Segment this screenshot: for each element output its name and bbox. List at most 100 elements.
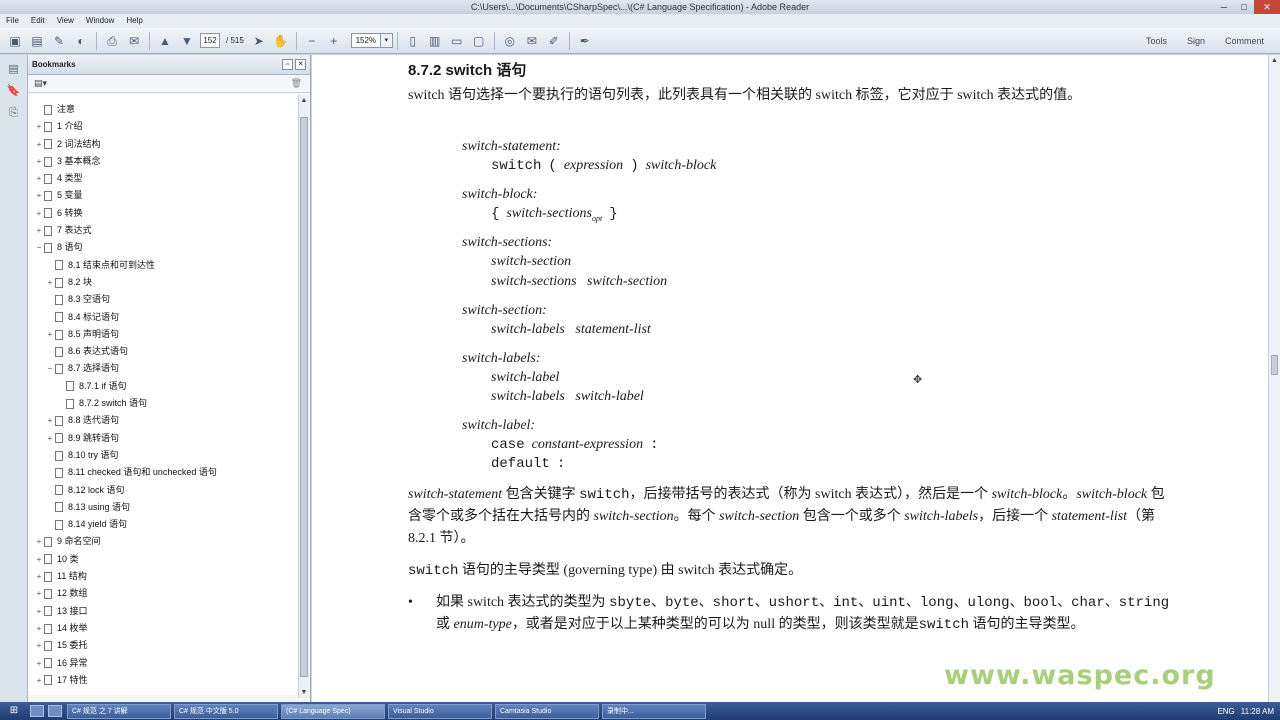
sign-pane-button[interactable]: Sign — [1177, 36, 1215, 46]
bookmark-item[interactable]: +1 介绍 — [28, 118, 298, 135]
expand-toggle-icon[interactable]: + — [34, 603, 44, 620]
bookmark-item[interactable]: +8.2 块 — [28, 274, 298, 291]
zoom-out-icon[interactable]: − — [303, 32, 321, 50]
delete-bookmark-icon[interactable]: 🗑 — [291, 78, 302, 89]
expand-toggle-icon[interactable]: + — [34, 136, 44, 153]
taskbar-item[interactable]: Visual Studio — [388, 703, 492, 719]
bookmark-item[interactable]: +12 数组 — [28, 585, 298, 602]
bookmark-item[interactable]: +14 枚举 — [28, 620, 298, 637]
highlight-icon[interactable]: ✐ — [545, 32, 563, 50]
zoom-input[interactable]: 152% — [350, 33, 381, 48]
bookmark-item[interactable]: 8.3 空语句 — [28, 291, 298, 308]
bookmark-item[interactable]: 8.14 yield 语句 — [28, 516, 298, 533]
menu-file[interactable]: File — [0, 14, 25, 28]
expand-toggle-icon[interactable]: − — [45, 360, 55, 377]
expand-toggle-icon[interactable]: − — [34, 239, 44, 256]
menu-window[interactable]: Window — [80, 14, 120, 28]
taskbar-item[interactable]: C# 规范 之 7 讲解 — [67, 703, 171, 719]
bookmark-item[interactable]: +8.9 跳转语句 — [28, 430, 298, 447]
expand-toggle-icon[interactable]: + — [34, 637, 44, 654]
scroll-down-icon[interactable]: ▼ — [299, 689, 309, 696]
bookmarks-panel-icon[interactable]: 🔖 — [6, 83, 22, 99]
expand-toggle-icon[interactable]: + — [45, 412, 55, 429]
fit-page-icon[interactable]: ▢ — [470, 32, 488, 50]
menu-edit[interactable]: Edit — [25, 14, 51, 28]
menu-view[interactable]: View — [51, 14, 80, 28]
expand-toggle-icon[interactable]: + — [34, 655, 44, 672]
bookmark-item[interactable]: +15 委托 — [28, 637, 298, 654]
pages-panel-icon[interactable]: ▤ — [6, 61, 22, 77]
print-icon[interactable]: ⎙ — [103, 32, 121, 50]
bookmark-item[interactable]: +16 异常 — [28, 655, 298, 672]
bookmark-item[interactable]: 8.7.1 if 语句 — [28, 378, 298, 395]
bookmark-item[interactable]: +3 基本概念 — [28, 153, 298, 170]
bookmarks-scrollbar[interactable]: ▲ ▼ — [298, 95, 309, 698]
next-page-icon[interactable]: ▼ — [178, 32, 196, 50]
hand-tool-icon[interactable]: ✋ — [272, 32, 290, 50]
bookmark-item[interactable]: 8.12 lock 语句 — [28, 482, 298, 499]
minimize-button[interactable]: ─ — [1214, 0, 1234, 14]
panel-expand-icon[interactable]: ⇔ — [282, 59, 293, 70]
single-page-icon[interactable]: ▯ — [404, 32, 422, 50]
fit-width-icon[interactable]: ▭ — [448, 32, 466, 50]
bookmark-item[interactable]: 8.6 表达式语句 — [28, 343, 298, 360]
scrolling-icon[interactable]: ▥ — [426, 32, 444, 50]
bookmark-item[interactable]: 8.7.2 switch 语句 — [28, 395, 298, 412]
bookmark-item[interactable]: +2 词法结构 — [28, 136, 298, 153]
bookmark-item[interactable]: +6 转换 — [28, 205, 298, 222]
read-mode-icon[interactable]: ◎ — [501, 32, 519, 50]
tools-pane-button[interactable]: Tools — [1136, 36, 1177, 46]
panel-close-icon[interactable]: ✕ — [295, 59, 306, 70]
bookmark-item[interactable]: +11 结构 — [28, 568, 298, 585]
comment-pane-button[interactable]: Comment — [1215, 36, 1274, 46]
open-icon[interactable]: ▤ — [28, 32, 46, 50]
comment-icon[interactable]: ✉ — [523, 32, 541, 50]
start-button[interactable]: ⊞ — [0, 702, 28, 720]
bookmark-item[interactable]: 8.11 checked 语句和 unchecked 语句 — [28, 464, 298, 481]
maximize-button[interactable]: □ — [1234, 0, 1254, 14]
quicklaunch-icon[interactable] — [48, 705, 62, 717]
scroll-thumb[interactable] — [1271, 355, 1278, 375]
sign-icon[interactable]: ✒ — [576, 32, 594, 50]
scroll-up-icon[interactable]: ▲ — [299, 97, 309, 104]
expand-toggle-icon[interactable]: + — [34, 187, 44, 204]
expand-toggle-icon[interactable]: + — [34, 222, 44, 239]
edit-icon[interactable]: ✎ — [50, 32, 68, 50]
bookmark-item[interactable]: − 8.7 选择语句 — [28, 360, 298, 377]
taskbar-item[interactable]: Camtasia Studio — [495, 703, 599, 719]
taskbar-item[interactable]: C# 规范 中文版 5.0 — [174, 703, 278, 719]
bookmark-item[interactable]: +8.8 迭代语句 — [28, 412, 298, 429]
scroll-up-icon[interactable]: ▲ — [1271, 57, 1278, 64]
share-icon[interactable]: ◐ — [72, 32, 90, 50]
expand-toggle-icon[interactable]: + — [45, 430, 55, 447]
quicklaunch-icon[interactable] — [30, 705, 44, 717]
bookmark-item[interactable]: +17 特性 — [28, 672, 298, 689]
expand-toggle-icon[interactable]: + — [34, 672, 44, 689]
expand-toggle-icon[interactable]: + — [34, 118, 44, 135]
attachments-panel-icon[interactable]: ⎘ — [6, 105, 22, 121]
bookmark-item[interactable]: +7 表达式 — [28, 222, 298, 239]
prev-page-icon[interactable]: ▲ — [156, 32, 174, 50]
taskbar-item-active[interactable]: (C# Language Spec) — [281, 703, 385, 719]
taskbar-item[interactable]: 录制中... — [602, 703, 706, 719]
close-button[interactable]: ✕ — [1254, 0, 1280, 14]
email-icon[interactable]: ✉ — [125, 32, 143, 50]
expand-toggle-icon[interactable]: + — [34, 620, 44, 637]
select-tool-icon[interactable]: ➤ — [250, 32, 268, 50]
expand-toggle-icon[interactable]: + — [34, 533, 44, 550]
scroll-thumb[interactable] — [300, 117, 308, 677]
menu-help[interactable]: Help — [120, 14, 148, 28]
page-number-input[interactable]: 152 — [200, 33, 220, 48]
bookmark-item[interactable]: 8.13 using 语句 — [28, 499, 298, 516]
bookmark-item[interactable]: 注意 — [28, 101, 298, 118]
expand-toggle-icon[interactable]: + — [34, 170, 44, 187]
expand-toggle-icon[interactable]: + — [34, 568, 44, 585]
bookmark-item[interactable]: 8.1 结束点和可到达性 — [28, 257, 298, 274]
expand-toggle-icon[interactable]: + — [34, 153, 44, 170]
expand-toggle-icon[interactable]: + — [34, 585, 44, 602]
bookmark-item[interactable]: +9 命名空间 — [28, 533, 298, 550]
expand-toggle-icon[interactable]: + — [45, 326, 55, 343]
expand-toggle-icon[interactable]: + — [45, 274, 55, 291]
bookmark-item[interactable]: +8.5 声明语句 — [28, 326, 298, 343]
bookmark-item[interactable]: +13 接口 — [28, 603, 298, 620]
